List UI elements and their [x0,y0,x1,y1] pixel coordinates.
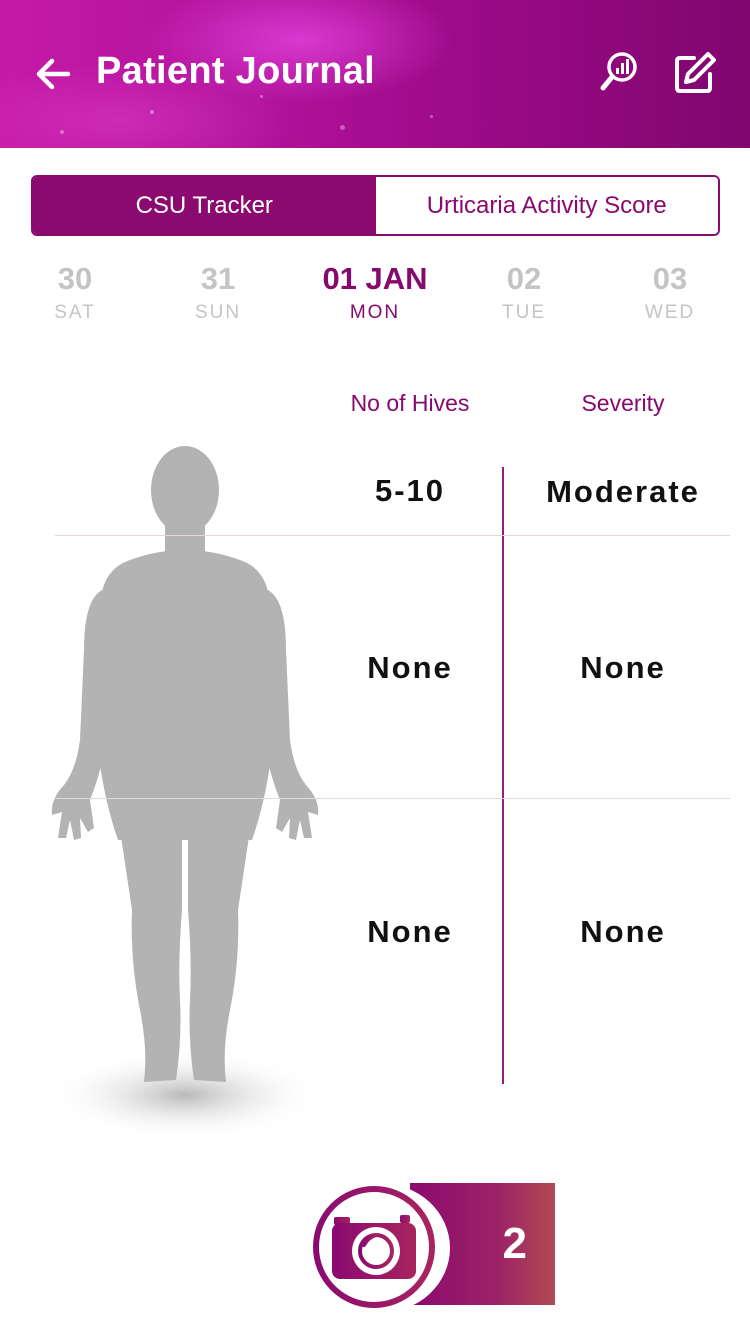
tab-csu-tracker[interactable]: CSU Tracker [33,177,376,234]
hives-cell-head[interactable]: 5-10 [320,473,500,509]
table-row-divider [55,798,730,799]
tab-urticaria-activity-score[interactable]: Urticaria Activity Score [375,177,718,234]
photo-count: 2 [502,1219,527,1268]
column-header-hives: No of Hives [350,390,470,416]
severity-cell-head[interactable]: Moderate [520,474,726,510]
date-weekday: SAT [54,302,96,323]
date-number: 02 [506,261,542,296]
date-item-02[interactable]: 02 TUE [459,262,589,324]
body-figure-image [45,446,325,1140]
date-number: 01 JAN [322,261,428,296]
tracker-tabs: CSU Tracker Urticaria Activity Score [31,175,720,236]
date-weekday: WED [644,302,696,323]
date-number: 03 [652,261,688,296]
camera-button[interactable] [310,1183,450,1313]
back-button[interactable] [34,54,74,94]
header-sparkle [60,130,64,134]
header-sparkle [150,110,154,114]
date-number: 31 [200,261,236,296]
severity-cell-torso[interactable]: None [520,650,726,686]
arrow-left-icon [36,58,71,90]
header-sparkle [430,115,433,118]
date-item-31[interactable]: 31 SUN [153,262,283,324]
page-title: Patient Journal [96,50,375,92]
date-item-01-jan[interactable]: 01 JAN MON [300,262,450,324]
table-row-divider [55,535,730,536]
date-weekday: TUE [502,302,546,323]
edit-pencil-icon [675,52,716,93]
report-button[interactable] [598,50,642,94]
column-header-severity: Severity [581,390,665,416]
camera-icon [313,1186,435,1308]
date-item-03[interactable]: 03 WED [605,262,735,324]
date-weekday: MON [349,302,401,323]
header-sparkle [260,95,263,98]
header-sparkle [340,125,345,130]
magnify-chart-icon [600,52,637,91]
table-column-divider [502,467,504,1084]
date-weekday: SUN [194,302,242,323]
edit-button[interactable] [672,50,718,96]
hives-cell-legs[interactable]: None [320,914,500,950]
severity-cell-legs[interactable]: None [520,914,726,950]
app-header: Patient Journal [0,0,750,148]
date-item-30[interactable]: 30 SAT [10,262,140,324]
date-number: 30 [57,261,93,296]
hives-cell-torso[interactable]: None [320,650,500,686]
